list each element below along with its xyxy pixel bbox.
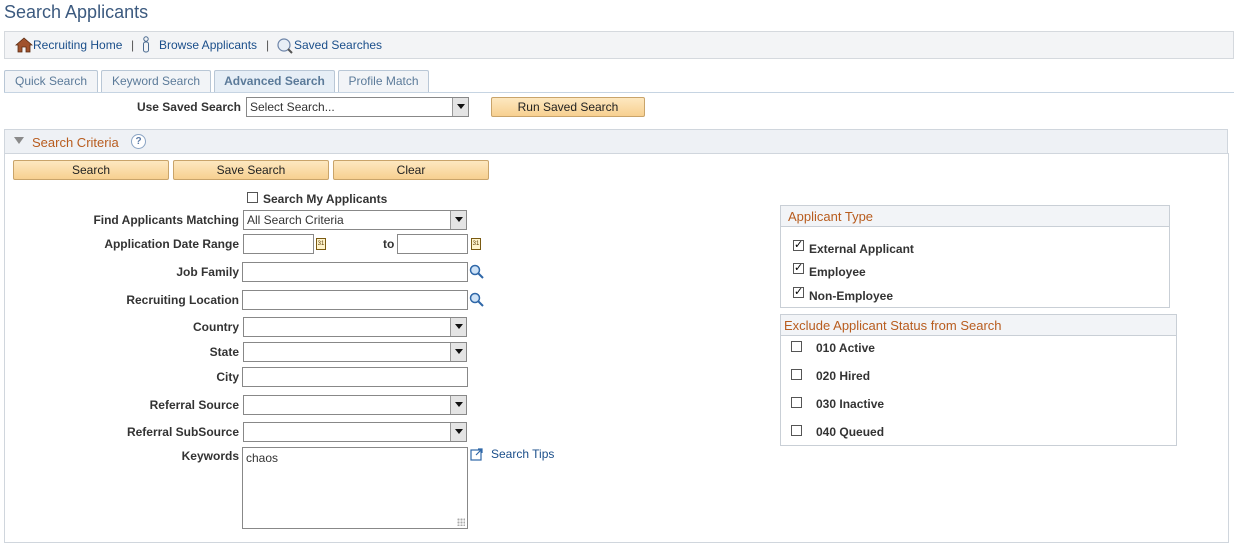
calendar-icon[interactable]: 31 [471,238,481,250]
keywords-label: Keywords [181,449,239,463]
non-employee-checkbox[interactable]: ✓ [793,287,804,298]
status-010-label: 010 Active [816,341,875,355]
chevron-down-icon [452,98,468,116]
calendar-icon[interactable]: 31 [316,238,326,250]
status-040-checkbox[interactable] [791,425,802,436]
collapse-triangle-icon[interactable] [14,137,24,144]
city-input[interactable] [242,367,468,387]
status-010-checkbox[interactable] [791,341,802,352]
help-icon[interactable]: ? [131,134,146,149]
nav-separator: | [131,38,135,52]
non-employee-label: Non-Employee [809,289,894,303]
run-saved-search-button[interactable]: Run Saved Search [491,97,645,117]
city-label: City [216,370,239,384]
referral-subsource-label: Referral SubSource [126,425,239,439]
recruiting-home-link[interactable]: Recruiting Home [33,38,122,52]
search-criteria-header[interactable]: Search Criteria ? [4,129,1228,154]
saved-search-icon[interactable] [276,37,294,57]
state-label: State [209,345,239,359]
job-family-input[interactable] [242,262,468,282]
chevron-down-icon [450,396,466,414]
search-criteria-title: Search Criteria [32,135,119,150]
saved-searches-link[interactable]: Saved Searches [294,38,382,52]
find-matching-value: All Search Criteria [247,213,344,227]
status-020-checkbox[interactable] [791,369,802,380]
resize-grip-icon[interactable] [457,518,465,526]
search-button[interactable]: Search [13,160,169,180]
referral-subsource-select[interactable] [243,422,467,442]
search-my-applicants-checkbox[interactable] [247,192,258,203]
chevron-down-icon [450,423,466,441]
country-select[interactable] [243,317,467,337]
employee-checkbox[interactable]: ✓ [793,263,804,274]
search-tips-link[interactable]: Search Tips [491,447,554,461]
employee-label: Employee [809,265,866,279]
external-applicant-checkbox[interactable]: ✓ [793,240,804,251]
job-family-label: Job Family [176,265,239,279]
home-icon[interactable] [14,37,34,56]
keywords-value: chaos [246,451,279,465]
clear-button[interactable]: Clear [333,160,489,180]
status-030-label: 030 Inactive [816,397,885,411]
use-saved-search-label: Use Saved Search [136,100,241,114]
referral-source-select[interactable] [243,395,467,415]
status-040-label: 040 Queued [816,425,885,439]
tab-advanced-search[interactable]: Advanced Search [214,70,335,93]
person-icon[interactable] [141,36,151,57]
browse-applicants-link[interactable]: Browse Applicants [159,38,257,52]
tab-underline [4,92,1234,93]
page-title: Search Applicants [4,2,149,22]
country-label: Country [193,320,239,334]
keywords-textarea[interactable]: chaos [242,447,468,529]
state-select[interactable] [243,342,467,362]
save-search-button[interactable]: Save Search [173,160,329,180]
find-matching-select[interactable]: All Search Criteria [243,210,467,230]
exclude-status-title: Exclude Applicant Status from Search [781,315,1176,336]
chevron-down-icon [450,318,466,336]
nav-separator: | [266,38,270,52]
magnifier-icon[interactable] [469,292,485,308]
tab-keyword-search[interactable]: Keyword Search [101,70,211,92]
date-to-input[interactable] [397,234,468,254]
referral-source-label: Referral Source [149,398,239,412]
applicant-type-title: Applicant Type [781,206,1169,227]
saved-search-value: Select Search... [250,100,335,114]
recruiting-location-label: Recruiting Location [126,293,239,307]
date-to-label: to [383,237,395,251]
external-applicant-label: External Applicant [809,242,914,256]
tab-quick-search[interactable]: Quick Search [4,70,98,92]
find-matching-label: Find Applicants Matching [93,213,239,227]
date-from-input[interactable] [243,234,314,254]
nav-bar: Recruiting Home | Browse Applicants | Sa… [4,31,1234,59]
search-my-applicants-label: Search My Applicants [263,192,388,206]
status-030-checkbox[interactable] [791,397,802,408]
status-020-label: 020 Hired [816,369,871,383]
recruiting-location-input[interactable] [242,290,468,310]
external-link-icon[interactable] [470,447,484,464]
chevron-down-icon [450,343,466,361]
saved-search-select[interactable]: Select Search... [246,97,469,117]
tab-profile-match[interactable]: Profile Match [338,70,429,92]
magnifier-icon[interactable] [469,264,485,280]
chevron-down-icon [450,211,466,229]
date-range-label: Application Date Range [104,237,239,251]
